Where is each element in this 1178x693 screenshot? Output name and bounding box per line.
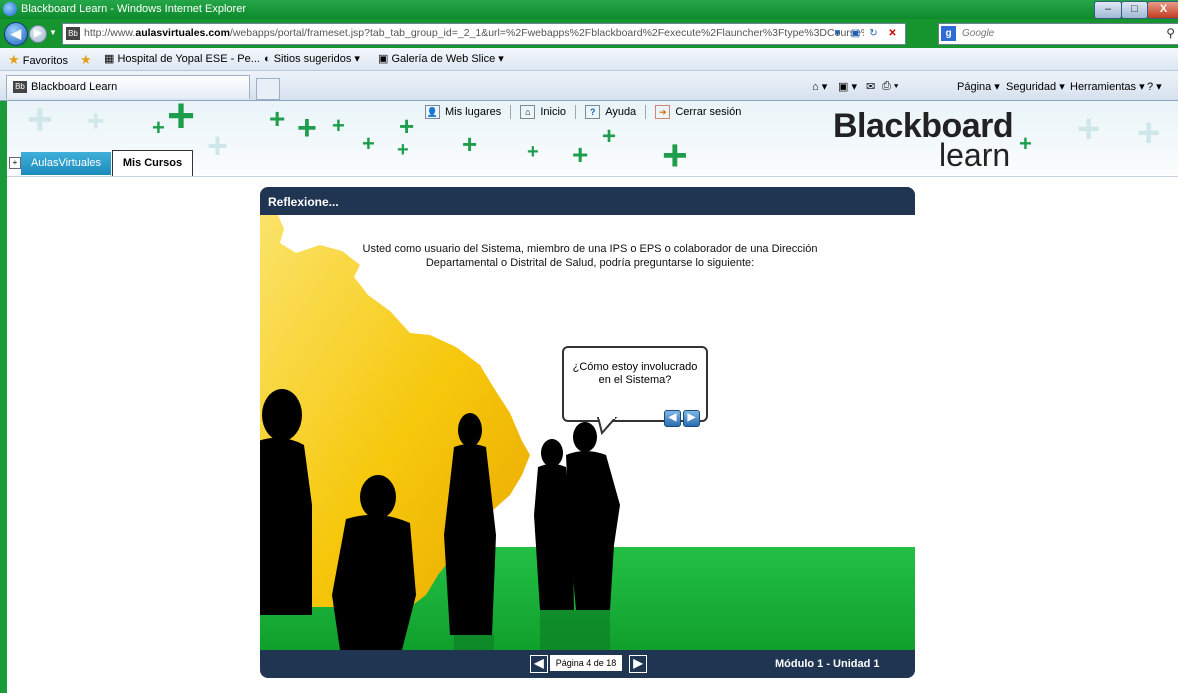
expand-tabs-icon[interactable]: + [9, 157, 21, 169]
maximize-button[interactable]: □ [1121, 1, 1148, 19]
decor-plus-icon: + [87, 105, 105, 138]
lesson-header: Reflexione... [260, 187, 915, 215]
link-separator [645, 105, 647, 119]
logout-icon: ➔ [655, 105, 671, 119]
minimize-button[interactable]: – [1094, 1, 1122, 19]
help-link[interactable]: Ayuda [605, 106, 636, 118]
address-dropdown-icon[interactable]: ▼ [830, 27, 845, 41]
refresh-icon[interactable]: ↻ [866, 27, 881, 41]
learn-logo: learn [939, 137, 1011, 173]
decor-plus-icon: + [397, 139, 409, 161]
decor-plus-icon: + [152, 115, 165, 140]
help-icon[interactable]: ? ▾ [1147, 80, 1162, 93]
logo-plus-icon: + [1019, 131, 1032, 156]
decor-plus-icon: + [362, 131, 375, 156]
bubble-next-button[interactable]: ▶ [683, 410, 700, 427]
bubble-prev-button[interactable]: ◀ [664, 410, 681, 427]
decor-plus-icon: + [399, 111, 415, 141]
fav-item-webslice[interactable]: ▣ Galería de Web Slice ▾ [378, 52, 504, 65]
browser-tab-label: Blackboard Learn [31, 81, 118, 93]
link-separator [510, 105, 512, 119]
google-icon: g [941, 26, 956, 41]
my-places-icon: 👤 [425, 105, 440, 119]
history-dropdown-icon[interactable]: ▼ [49, 28, 57, 37]
home-link[interactable]: Inicio [540, 106, 566, 118]
browser-tab-blackboard[interactable]: Bb Blackboard Learn [6, 75, 250, 99]
next-page-button[interactable]: ▶ [629, 655, 647, 673]
blackboard-header: + + + + + + + + + + + + + + + + + + 👤 Mis… [7, 101, 1178, 177]
lesson-title: Reflexione... [268, 195, 339, 209]
lesson-footer: ◀ Página 4 de 18 ▶ Módulo 1 - Unidad 1 [260, 650, 915, 678]
mail-icon[interactable]: ✉ [866, 80, 875, 93]
decor-plus-icon: + [602, 123, 617, 150]
user-links: 👤 Mis lugares ⌂ Inicio ? Ayuda ➔ Cerrar sesi… [425, 105, 741, 119]
window-title: Blackboard Learn - Windows Internet Expl… [21, 3, 246, 15]
lesson-stage: Usted como usuario del Sistema, miembro … [260, 215, 915, 650]
window-titlebar: Blackboard Learn - Windows Internet Expl… [0, 0, 1178, 19]
add-favorite-icon[interactable]: ★ [80, 52, 92, 68]
fav-item-hospital[interactable]: ▦ Hospital de Yopal ESE - Pe... [104, 52, 260, 65]
forward-button[interactable]: ▶ [29, 25, 47, 43]
help-icon: ? [585, 105, 601, 119]
decor-plus-icon: + [462, 129, 478, 159]
page-menu[interactable]: Página ▾ [957, 80, 1000, 93]
tab-aulasvirtuales[interactable]: AulasVirtuales [21, 152, 111, 175]
new-tab-button[interactable] [256, 78, 280, 100]
logout-link[interactable]: Cerrar sesión [675, 106, 741, 118]
decor-plus-icon: + [297, 109, 317, 147]
bubble-question: ¿Cómo estoy involucrado en el Sistema? [572, 361, 698, 386]
address-bar[interactable]: Bb http://www.aulasvirtuales.com/webapps… [62, 23, 906, 45]
site-favicon-icon: Bb [66, 27, 80, 40]
address-url[interactable]: http://www.aulasvirtuales.com/webapps/po… [84, 27, 864, 39]
favorites-button[interactable]: ★ Favoritos [8, 52, 68, 68]
tab-mis-cursos[interactable]: Mis Cursos [112, 150, 193, 176]
decor-plus-icon: + [662, 131, 688, 177]
search-box[interactable]: g Google ⚲ [938, 23, 1178, 45]
module-label: Módulo 1 - Unidad 1 [775, 658, 880, 670]
link-separator [575, 105, 577, 119]
decor-plus-icon: + [269, 103, 286, 134]
favorites-bar: ★ Favoritos ★ ▦ Hospital de Yopal ESE - … [0, 48, 1178, 71]
decor-plus-icon: + [167, 101, 196, 143]
prev-page-button[interactable]: ◀ [530, 655, 548, 673]
page-content: + + + + + + + + + + + + + + + + + + 👤 Mis… [7, 101, 1178, 693]
decor-plus-icon: + [332, 113, 345, 138]
ie-logo-icon [3, 2, 17, 16]
favorites-star-icon: ★ [8, 52, 20, 67]
lesson-illustration [260, 215, 915, 650]
stop-icon[interactable]: ✕ [885, 27, 900, 41]
print-icon[interactable]: ⎙ ▾ [882, 80, 898, 93]
home-icon[interactable]: ⌂ ▾ [812, 80, 827, 93]
bubble-tail [596, 417, 618, 435]
home-icon: ⌂ [520, 105, 536, 119]
compat-view-icon[interactable]: ▣ [848, 27, 863, 41]
decor-plus-icon: + [1137, 111, 1161, 155]
browser-tab-row: Bb Blackboard Learn ⌂ ▾ ▣ ▾ ✉ ⎙ ▾ Página… [0, 71, 1178, 101]
my-places-link[interactable]: Mis lugares [445, 106, 501, 118]
back-button[interactable]: ◀ [4, 22, 28, 46]
tab-favicon-icon: Bb [13, 81, 27, 93]
feeds-icon[interactable]: ▣ ▾ [838, 80, 857, 93]
intro-text: Usted como usuario del Sistema, miembro … [362, 243, 818, 269]
decor-plus-icon: + [572, 139, 589, 170]
close-button[interactable]: X [1147, 1, 1178, 19]
decor-plus-icon: + [207, 125, 229, 166]
search-input[interactable]: Google [962, 28, 994, 39]
decor-plus-icon: + [1077, 107, 1101, 151]
search-icon[interactable]: ⚲ [1166, 26, 1175, 40]
security-menu[interactable]: Seguridad ▾ [1006, 80, 1065, 93]
decor-plus-icon: + [527, 141, 539, 163]
lesson-panel: Reflexione... Usted como usuario del Sis… [260, 187, 915, 678]
address-toolbar: ◀ ▶ ▼ Bb http://www.aulasvirtuales.com/w… [0, 19, 1178, 48]
fav-item-suggested[interactable]: ◐ Sitios sugeridos ▾ [264, 52, 360, 65]
page-indicator: Página 4 de 18 [550, 655, 622, 671]
decor-plus-icon: + [27, 101, 53, 144]
tools-menu[interactable]: Herramientas ▾ [1070, 80, 1145, 93]
